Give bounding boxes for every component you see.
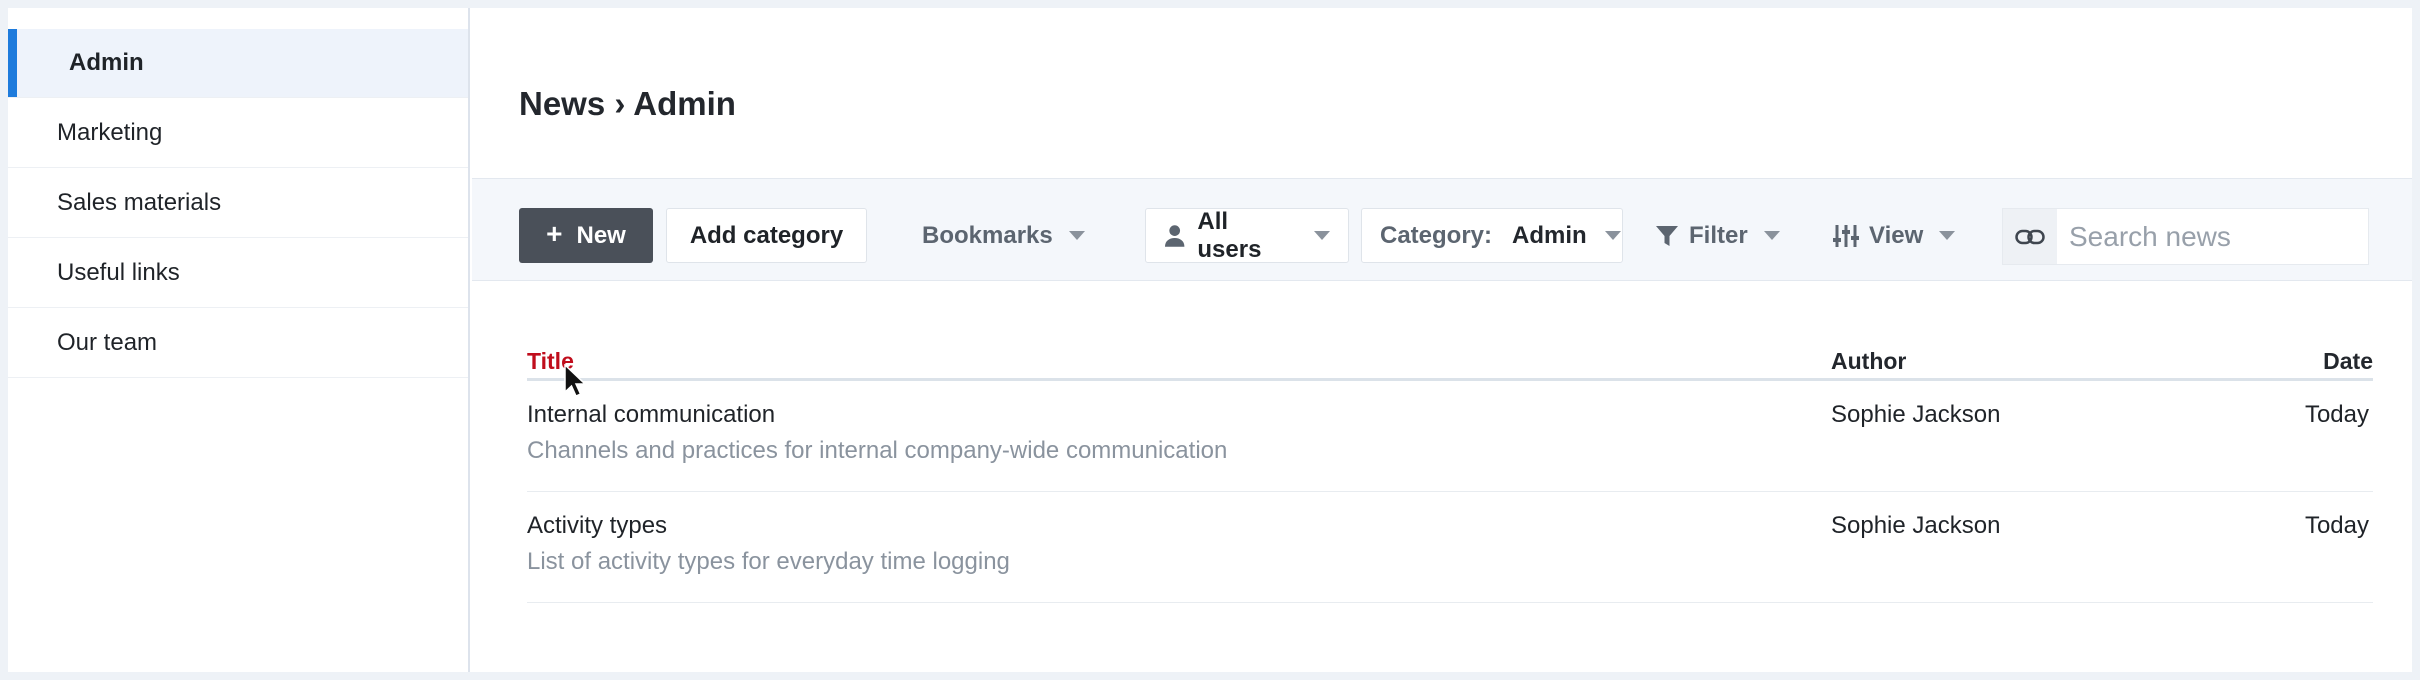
row-title[interactable]: Activity types bbox=[527, 512, 667, 540]
sidebar-item-sales-materials[interactable]: Sales materials bbox=[8, 168, 468, 238]
chevron-down-icon bbox=[1763, 231, 1780, 240]
row-description: Channels and practices for internal comp… bbox=[527, 437, 1228, 464]
search-box bbox=[2002, 208, 2369, 265]
row-title[interactable]: Internal communication bbox=[527, 401, 775, 429]
column-header-author[interactable]: Author bbox=[1831, 348, 1906, 375]
sidebar-item-label: Marketing bbox=[57, 118, 163, 146]
bookmarks-dropdown[interactable]: Bookmarks bbox=[912, 208, 1085, 263]
row-author: Sophie Jackson bbox=[1831, 401, 2001, 428]
sidebar-item-useful-links[interactable]: Useful links bbox=[8, 238, 468, 308]
new-button-label: New bbox=[576, 221, 626, 249]
mouse-cursor-icon bbox=[564, 364, 586, 397]
filter-label: Filter bbox=[1689, 221, 1748, 249]
add-category-button[interactable]: Add category bbox=[666, 208, 867, 263]
user-icon bbox=[1164, 224, 1185, 247]
app-frame: Admin Marketing Sales materials Useful l… bbox=[8, 8, 2412, 672]
bookmarks-label: Bookmarks bbox=[922, 221, 1053, 249]
add-category-label: Add category bbox=[689, 221, 844, 249]
category-value: Admin bbox=[1512, 221, 1587, 249]
search-input[interactable] bbox=[2057, 220, 2357, 253]
category-prefix: Category: bbox=[1380, 221, 1493, 249]
sidebar-item-label: Admin bbox=[69, 49, 144, 76]
plus-icon: + bbox=[546, 218, 563, 249]
view-label: View bbox=[1869, 221, 1924, 249]
view-dropdown[interactable]: View bbox=[1833, 208, 1973, 263]
table-header: Title Author Date bbox=[527, 330, 2373, 381]
chevron-down-icon bbox=[1068, 231, 1085, 240]
new-button[interactable]: + New bbox=[519, 208, 653, 263]
sidebar-item-label: Sales materials bbox=[57, 188, 222, 216]
row-date: Today bbox=[2304, 512, 2369, 539]
category-dropdown[interactable]: Category: Admin bbox=[1361, 208, 1623, 263]
chevron-down-icon bbox=[1939, 231, 1956, 240]
row-date: Today bbox=[2304, 401, 2369, 428]
users-dropdown[interactable]: All users bbox=[1145, 208, 1349, 263]
chevron-down-icon bbox=[1604, 231, 1621, 240]
users-label: All users bbox=[1197, 207, 1262, 263]
sidebar: Admin Marketing Sales materials Useful l… bbox=[8, 8, 470, 672]
toolbar: + New Add category Bookmarks All users C… bbox=[472, 178, 2412, 281]
sidebar-item-label: Our team bbox=[57, 328, 158, 356]
main-content: News › Admin + New Add category Bookmark… bbox=[472, 8, 2412, 672]
news-table: Title Author Date Internal communication… bbox=[527, 330, 2373, 603]
row-description: List of activity types for everyday time… bbox=[527, 548, 1010, 575]
sliders-icon bbox=[1833, 224, 1859, 247]
sidebar-item-admin[interactable]: Admin bbox=[8, 29, 468, 98]
row-author: Sophie Jackson bbox=[1831, 512, 2001, 539]
table-row[interactable]: Internal communication Channels and prac… bbox=[527, 381, 2373, 492]
link-button[interactable] bbox=[2003, 209, 2057, 264]
sidebar-item-marketing[interactable]: Marketing bbox=[8, 98, 468, 168]
sidebar-item-label: Useful links bbox=[57, 258, 180, 286]
sidebar-item-our-team[interactable]: Our team bbox=[8, 308, 468, 378]
page-title: News › Admin bbox=[519, 85, 736, 122]
column-header-date[interactable]: Date bbox=[2323, 348, 2373, 375]
table-row[interactable]: Activity types List of activity types fo… bbox=[527, 492, 2373, 603]
filter-dropdown[interactable]: Filter bbox=[1655, 208, 1790, 263]
filter-icon bbox=[1656, 225, 1678, 246]
link-icon bbox=[2015, 229, 2045, 244]
chevron-down-icon bbox=[1314, 231, 1330, 240]
